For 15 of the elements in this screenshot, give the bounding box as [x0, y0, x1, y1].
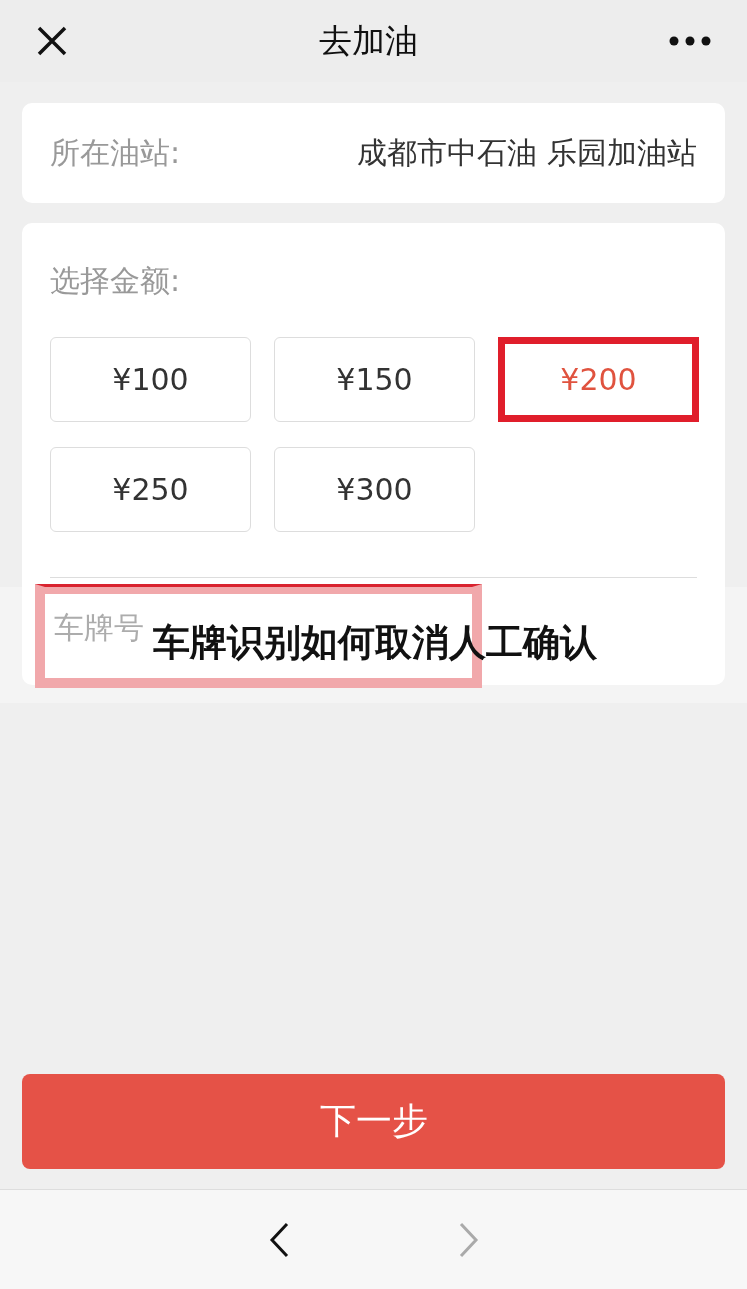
amount-option[interactable]: ¥150	[274, 337, 475, 422]
page-title: 去加油	[319, 19, 418, 62]
more-icon[interactable]	[669, 36, 711, 46]
amount-option[interactable]: ¥300	[274, 447, 475, 532]
amount-option[interactable]: ¥200	[498, 337, 699, 422]
next-button[interactable]: 下一步	[22, 1074, 725, 1169]
close-icon[interactable]	[36, 25, 68, 57]
caption: 车牌识别如何取消人工确认	[153, 620, 597, 666]
amount-label: 选择金额:	[50, 262, 181, 300]
station-name: 成都市中石油 乐园加油站	[357, 133, 697, 172]
station-label: 所在油站:	[50, 133, 181, 172]
back-icon[interactable]	[268, 1221, 289, 1258]
amount-option[interactable]: ¥100	[50, 337, 251, 422]
plate-label: 车牌号	[54, 608, 144, 647]
amount-option[interactable]: ¥250	[50, 447, 251, 532]
